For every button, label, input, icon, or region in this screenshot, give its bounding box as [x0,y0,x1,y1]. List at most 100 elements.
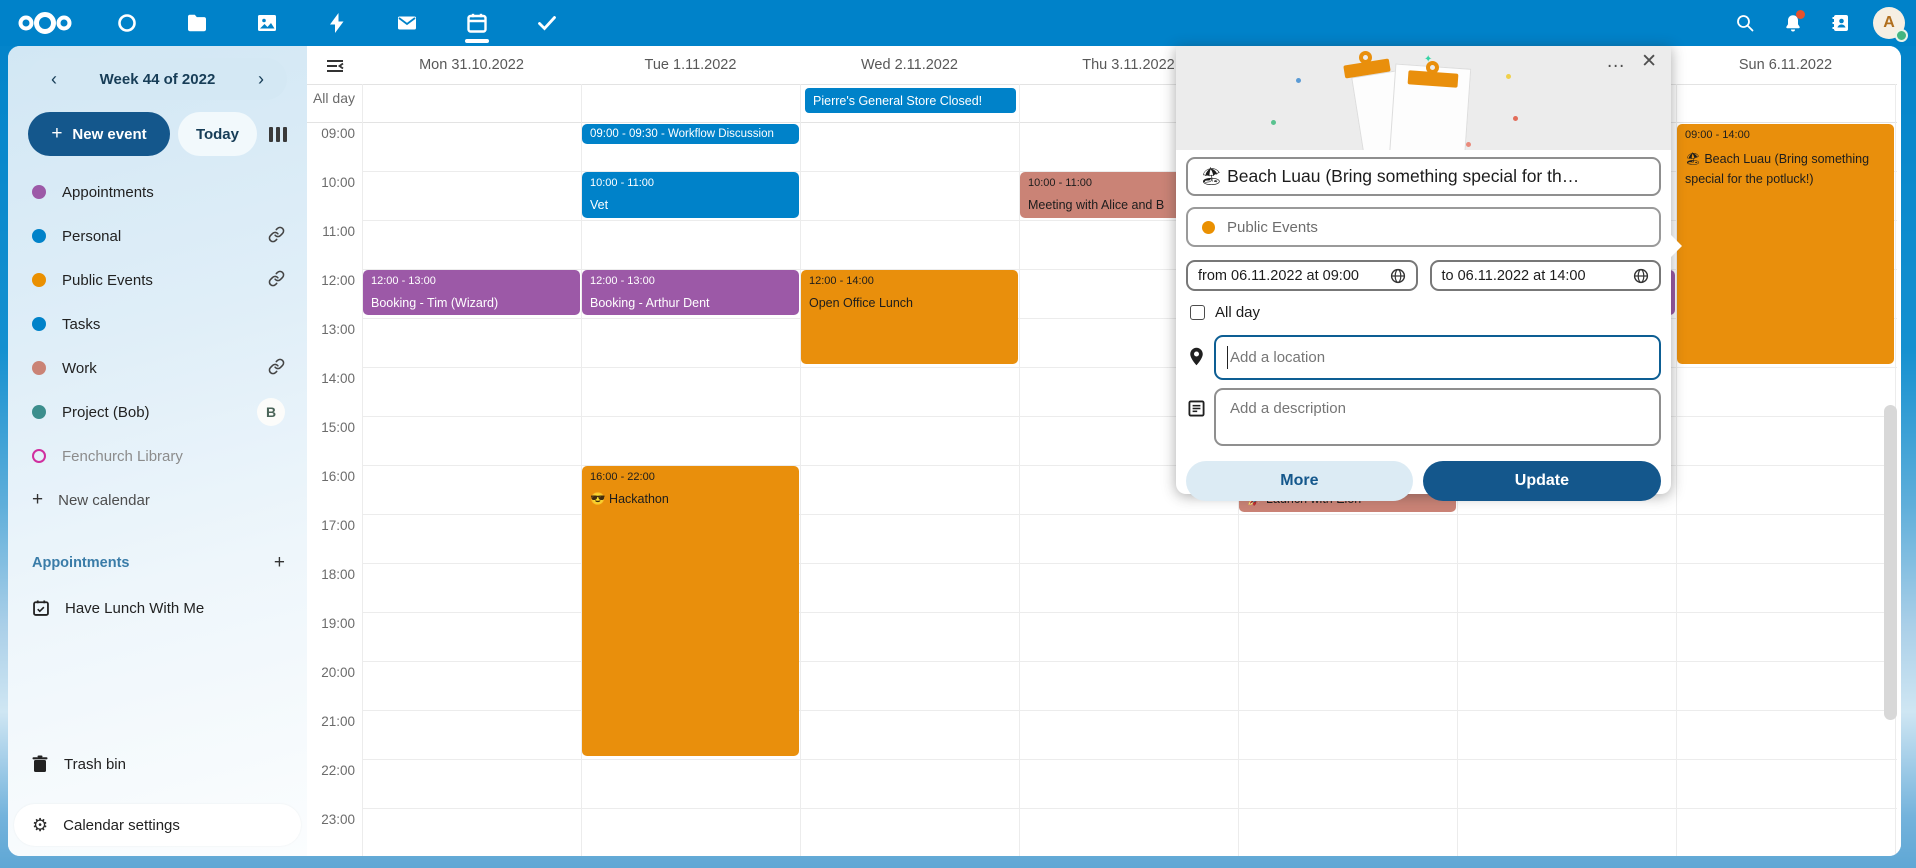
description-icon [1186,400,1206,417]
popup-illustration: ✦ [1176,46,1671,150]
today-button[interactable]: Today [178,112,257,156]
calendar-item-personal[interactable]: Personal [8,214,307,258]
contacts-icon[interactable] [1824,6,1858,40]
plus-icon: + [51,123,62,145]
mail-icon[interactable] [386,0,428,46]
calendar-color-ring [32,449,46,463]
timezone-globe-icon[interactable] [1390,268,1406,284]
time-label: 12:00 [307,273,355,288]
end-datetime-field[interactable]: to 06.11.2022 at 14:00 [1430,260,1662,291]
all-day-toggle[interactable]: All day [1190,304,1661,321]
calendar-name: Public Events [62,272,268,289]
event-time: 16:00 - 22:00 [590,471,791,484]
calendar-color-dot [32,361,46,375]
calendar-item-fenchurch-library[interactable]: Fenchurch Library [8,434,307,478]
start-datetime-field[interactable]: from 06.11.2022 at 09:00 [1186,260,1418,291]
appointment-name: Have Lunch With Me [65,600,204,617]
calendar-name: Project (Bob) [62,404,257,421]
timezone-globe-icon[interactable] [1633,268,1649,284]
event-booking-arthur[interactable]: 12:00 - 13:00 Booking - Arthur Dent [582,270,799,315]
calendar-settings-button[interactable]: ⚙ Calendar settings [14,804,301,846]
time-label: 16:00 [307,469,355,484]
more-options-icon[interactable]: … [1606,52,1625,71]
day-label: Wed 2.11.2022 [861,57,958,73]
vertical-scrollbar[interactable] [1884,405,1897,720]
week-label: Week 44 of 2022 [100,71,216,88]
dashboard-icon[interactable] [106,0,148,46]
top-bar: A [0,0,1916,46]
notifications-icon[interactable] [1776,6,1810,40]
calendar-item-public-events[interactable]: Public Events [8,258,307,302]
shared-user-avatar: B [257,398,285,426]
time-label: 18:00 [307,567,355,582]
share-link-icon[interactable] [268,358,285,379]
time-label: 09:00 [307,126,355,141]
calendar-item-tasks[interactable]: Tasks [8,302,307,346]
new-calendar-label: New calendar [58,492,150,509]
calendar-item-appointments[interactable]: Appointments [8,170,307,214]
all-day-label: All day [1215,304,1260,321]
all-day-checkbox[interactable] [1190,305,1205,320]
event-booking-tim[interactable]: 12:00 - 13:00 Booking - Tim (Wizard) [363,270,580,315]
notification-badge [1796,10,1805,19]
event-beach-luau[interactable]: 09:00 - 14:00 🏖 Beach Luau (Bring someth… [1677,124,1894,364]
event-vet[interactable]: 10:00 - 11:00 Vet [582,172,799,218]
share-link-icon[interactable] [268,270,285,291]
new-event-button[interactable]: + New event [28,112,170,156]
search-icon[interactable] [1728,6,1762,40]
event-title: 🏖 Beach Luau (Bring something special fo… [1685,149,1886,189]
event-title: 09:00 - 09:30 - Workflow Discussion [590,127,791,141]
view-mode-icon[interactable] [269,127,287,142]
event-editor-popup: ✦ … ✕ 🏖 Beach Luau (Bring something spec… [1176,46,1671,494]
event-hackathon[interactable]: 16:00 - 22:00 😎 Hackathon [582,466,799,756]
update-button[interactable]: Update [1423,461,1661,501]
close-icon[interactable]: ✕ [1641,52,1657,71]
new-calendar-button[interactable]: + New calendar [8,478,307,522]
calendar-check-icon [32,599,50,617]
day-header-sun[interactable]: Sun 6.11.2022 [1676,46,1895,84]
event-title: Vet [590,197,791,214]
add-appointment-button[interactable]: + [274,552,285,574]
previous-week-button[interactable]: ‹ [44,69,64,90]
day-header-tue[interactable]: Tue 1.11.2022 [581,46,800,84]
more-button-label: More [1280,472,1318,490]
start-datetime-value: from 06.11.2022 at 09:00 [1198,268,1359,284]
tasks-icon[interactable] [526,0,568,46]
next-week-button[interactable]: › [251,69,271,90]
time-label: 17:00 [307,518,355,533]
calendar-item-project-bob[interactable]: Project (Bob) B [8,390,307,434]
plus-icon: + [32,489,43,511]
day-header-wed[interactable]: Wed 2.11.2022 [800,46,1019,84]
calendar-item-work[interactable]: Work [8,346,307,390]
location-input[interactable] [1214,335,1661,380]
event-open-office-lunch[interactable]: 12:00 - 14:00 Open Office Lunch [801,270,1018,364]
share-link-icon[interactable] [268,226,285,247]
day-label: Mon 31.10.2022 [419,57,524,73]
files-icon[interactable] [176,0,218,46]
calendar-color-dot [32,273,46,287]
sidebar: ‹ Week 44 of 2022 › + New event Today Ap… [8,46,307,856]
calendar-app-icon[interactable] [456,0,498,46]
calendar-picker[interactable]: Public Events [1186,207,1661,247]
active-app-indicator [465,39,489,43]
collapse-sidebar-icon[interactable] [325,59,345,78]
calendar-name: Tasks [62,316,285,333]
photos-icon[interactable] [246,0,288,46]
day-header-mon[interactable]: Mon 31.10.2022 [362,46,581,84]
event-time: 09:00 - 14:00 [1685,129,1886,142]
calendar-name: Fenchurch Library [62,448,285,465]
more-button[interactable]: More [1186,461,1413,501]
description-input[interactable] [1214,388,1661,446]
avatar[interactable]: A [1872,6,1906,40]
popover-arrow [1670,234,1682,258]
event-workflow-discussion[interactable]: 09:00 - 09:30 - Workflow Discussion [582,124,799,144]
event-title: Booking - Tim (Wizard) [371,295,572,312]
trash-bin-button[interactable]: Trash bin [8,742,307,786]
time-label: 14:00 [307,371,355,386]
allday-event-pierres-store[interactable]: Pierre's General Store Closed! [805,88,1016,113]
event-title-field[interactable]: 🏖 Beach Luau (Bring something special fo… [1186,157,1661,196]
activity-icon[interactable] [316,0,358,46]
event-title-value: 🏖 Beach Luau (Bring something special fo… [1200,166,1579,187]
nextcloud-logo[interactable] [16,8,74,38]
appointment-item-have-lunch[interactable]: Have Lunch With Me [8,586,307,630]
